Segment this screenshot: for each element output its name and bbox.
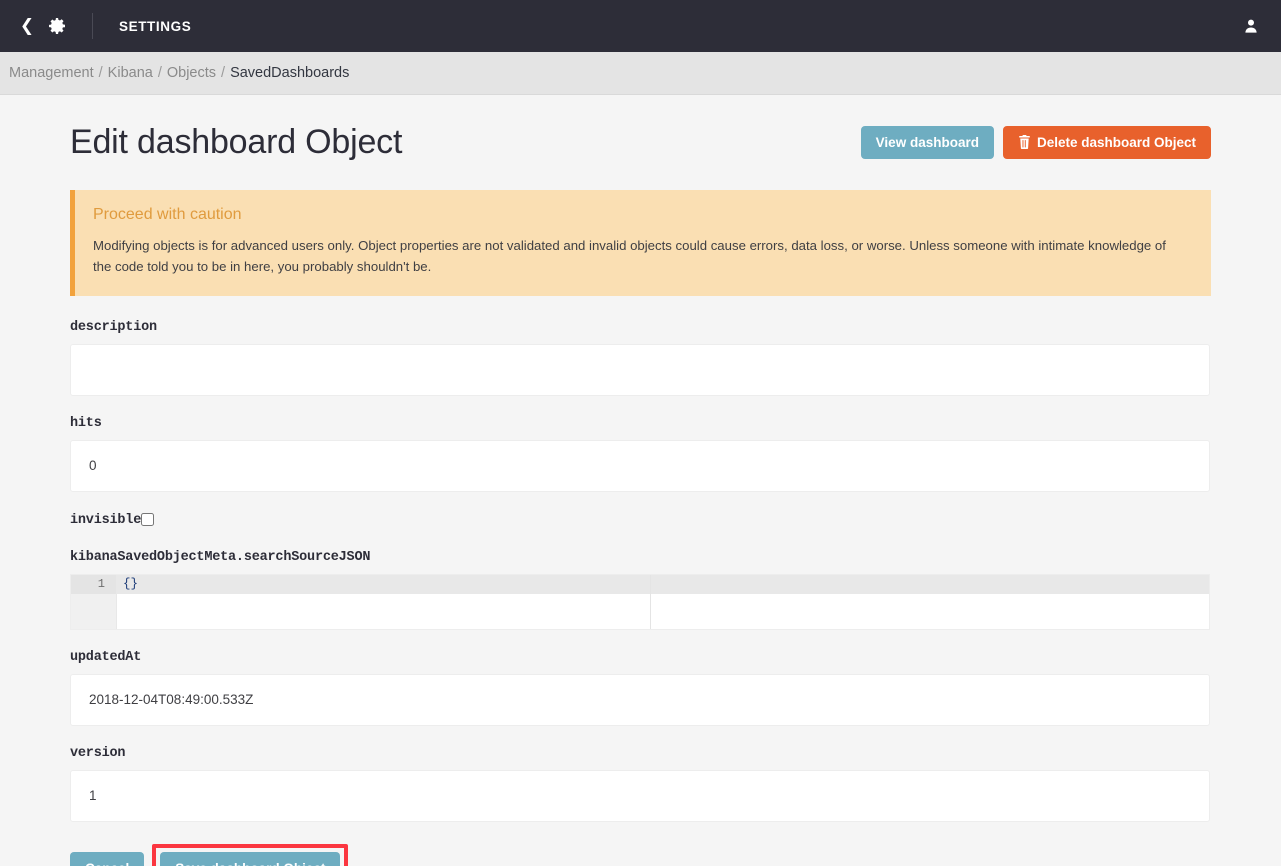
invisible-checkbox[interactable] [141, 513, 155, 527]
app-title: SETTINGS [119, 18, 192, 34]
edit-object-form: description hits invisible kibanaSavedOb… [70, 320, 1211, 866]
editor-gutter: 1 [71, 574, 117, 629]
save-button-highlight-annotation: Save dashboard Object [152, 843, 349, 866]
editor-line-number: 1 [71, 574, 116, 594]
page-title: Edit dashboard Object [70, 123, 403, 161]
field-search-source-json: kibanaSavedObjectMeta.searchSourceJSON 1… [70, 550, 1211, 630]
save-dashboard-object-button[interactable]: Save dashboard Object [160, 851, 341, 866]
field-updated-at: updatedAt [70, 650, 1211, 726]
updated-at-label: updatedAt [70, 649, 142, 665]
updated-at-input[interactable] [70, 673, 1210, 726]
cancel-button[interactable]: Cancel [70, 851, 145, 866]
field-version: version [70, 746, 1211, 822]
caution-callout: Proceed with caution Modifying objects i… [70, 190, 1211, 296]
editor-print-margin [650, 574, 651, 629]
breadcrumb-separator: / [157, 65, 162, 81]
invisible-label: invisible [70, 513, 142, 529]
search-source-json-label: kibanaSavedObjectMeta.searchSourceJSON [70, 549, 371, 565]
breadcrumb-item-saveddashboards: SavedDashboards [230, 65, 350, 81]
version-label: version [70, 745, 126, 761]
breadcrumb-item-management[interactable]: Management [9, 65, 94, 81]
form-actions: Cancel Save dashboard Object [70, 843, 1211, 866]
page-header-actions: View dashboard Delete dashboard Object [860, 125, 1211, 160]
user-avatar-icon[interactable] [1239, 14, 1263, 38]
delete-dashboard-object-button[interactable]: Delete dashboard Object [1002, 125, 1211, 160]
editor-body[interactable]: {} [117, 574, 1209, 629]
trash-icon [1018, 135, 1031, 150]
callout-text: Modifying objects is for advanced users … [93, 238, 1166, 275]
hits-input[interactable] [70, 439, 1210, 492]
field-hits: hits [70, 416, 1211, 492]
version-input[interactable] [70, 769, 1210, 822]
view-dashboard-button[interactable]: View dashboard [860, 125, 994, 160]
chevron-left-icon[interactable]: ❮ [18, 17, 36, 35]
breadcrumb-item-kibana[interactable]: Kibana [108, 65, 153, 81]
breadcrumb-separator: / [221, 65, 226, 81]
gear-icon[interactable] [46, 15, 68, 37]
breadcrumb-separator: / [98, 65, 103, 81]
top-navigation-bar: ❮ SETTINGS [0, 0, 1281, 52]
page-header: Edit dashboard Object View dashboard Del… [70, 95, 1211, 168]
description-input[interactable] [70, 343, 1210, 396]
description-label: description [70, 319, 157, 335]
editor-code-content: {} [123, 576, 139, 591]
delete-dashboard-object-label: Delete dashboard Object [1036, 134, 1196, 150]
field-invisible: invisible [70, 512, 1211, 530]
callout-title: Proceed with caution [93, 206, 242, 223]
search-source-json-editor[interactable]: 1 {} [70, 573, 1210, 630]
field-description: description [70, 320, 1211, 396]
breadcrumb: Management / Kibana / Objects / SavedDas… [0, 52, 1281, 95]
nav-divider [92, 13, 93, 39]
breadcrumb-item-objects[interactable]: Objects [167, 65, 216, 81]
page-content: Edit dashboard Object View dashboard Del… [0, 95, 1281, 866]
hits-label: hits [70, 415, 102, 431]
editor-active-line [117, 574, 1209, 594]
